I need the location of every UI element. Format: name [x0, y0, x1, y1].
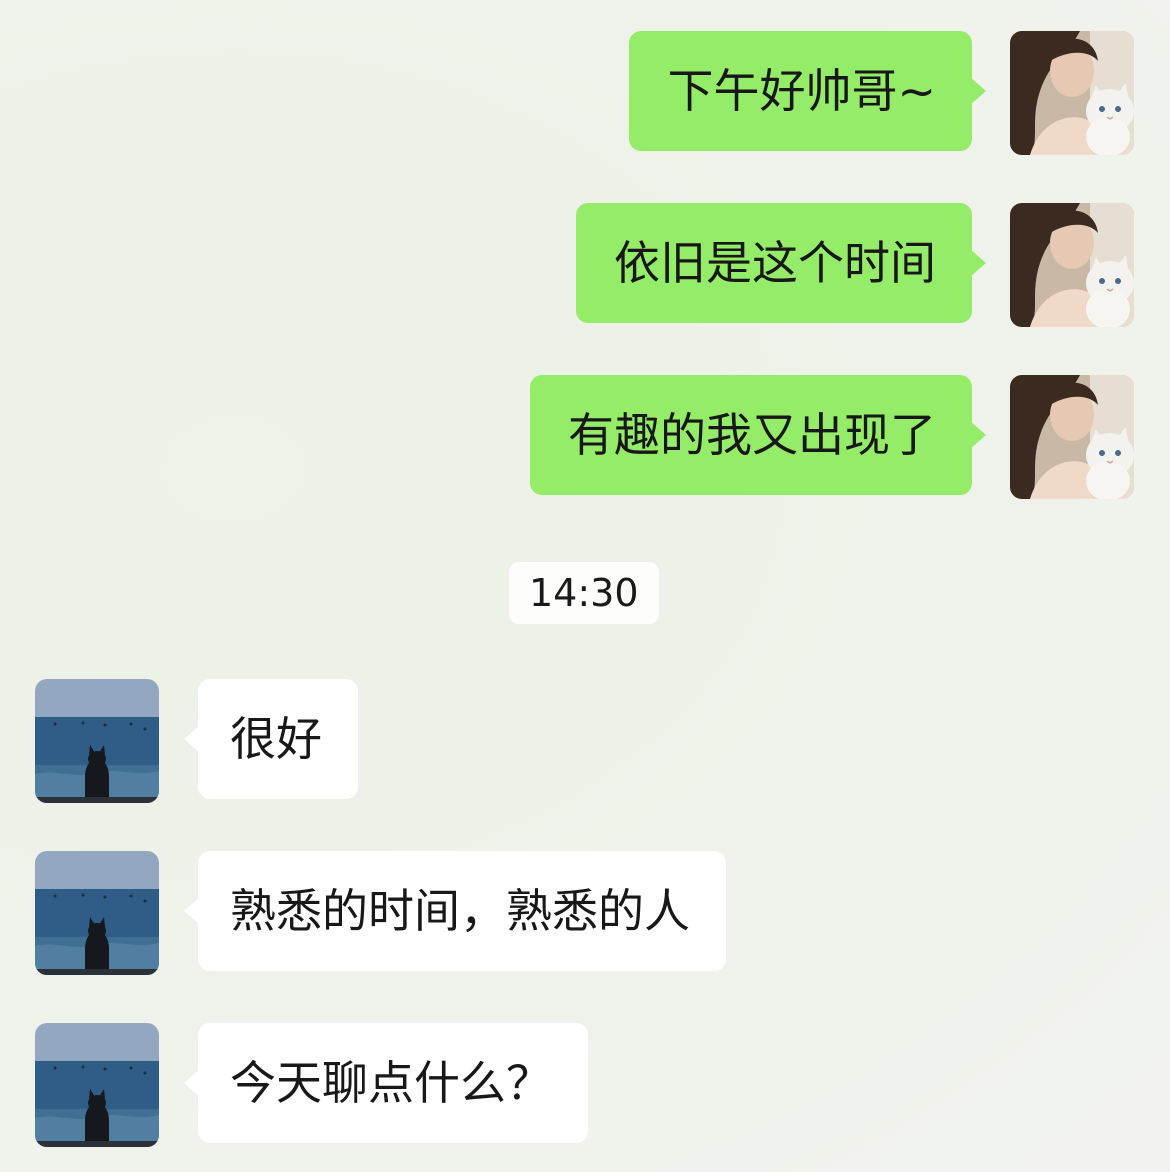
message-row-self: 有趣的我又出现了 [0, 375, 1170, 499]
bubble-tail [184, 1069, 200, 1097]
message-row-other: 熟悉的时间，熟悉的人 [0, 851, 1170, 975]
bubble-tail [970, 77, 986, 105]
self-avatar[interactable] [1010, 31, 1134, 155]
message-text: 熟悉的时间，熟悉的人 [230, 884, 690, 938]
message-text: 下午好帅哥~ [667, 64, 936, 118]
contact-avatar[interactable] [35, 851, 159, 975]
message-bubble-other[interactable]: 今天聊点什么？ [184, 1023, 588, 1143]
bubble-tail [184, 897, 200, 925]
message-row-other: 今天聊点什么？ [0, 1023, 1170, 1147]
message-text: 依旧是这个时间 [614, 236, 936, 290]
message-row-self: 下午好帅哥~ [0, 31, 1170, 155]
message-bubble-other[interactable]: 很好 [184, 679, 358, 799]
message-row-other: 很好 [0, 679, 1170, 803]
self-avatar[interactable] [1010, 375, 1134, 499]
bubble-tail [184, 725, 200, 753]
message-text: 今天聊点什么？ [230, 1056, 552, 1110]
contact-avatar[interactable] [35, 1023, 159, 1147]
bubble-tail [970, 421, 986, 449]
chat-message-list[interactable]: 下午好帅哥~ 依旧是这个时间 有趣的我又出现了 14:30 很好 熟悉的时间，熟… [0, 0, 1170, 1172]
message-text: 很好 [230, 712, 322, 766]
message-bubble-self[interactable]: 下午好帅哥~ [629, 31, 986, 151]
message-text: 有趣的我又出现了 [568, 408, 936, 462]
message-timestamp: 14:30 [509, 562, 659, 624]
message-bubble-self[interactable]: 有趣的我又出现了 [530, 375, 986, 495]
bubble-tail [970, 249, 986, 277]
contact-avatar[interactable] [35, 679, 159, 803]
message-bubble-other[interactable]: 熟悉的时间，熟悉的人 [184, 851, 726, 971]
message-bubble-self[interactable]: 依旧是这个时间 [576, 203, 986, 323]
self-avatar[interactable] [1010, 203, 1134, 327]
message-row-self: 依旧是这个时间 [0, 203, 1170, 327]
